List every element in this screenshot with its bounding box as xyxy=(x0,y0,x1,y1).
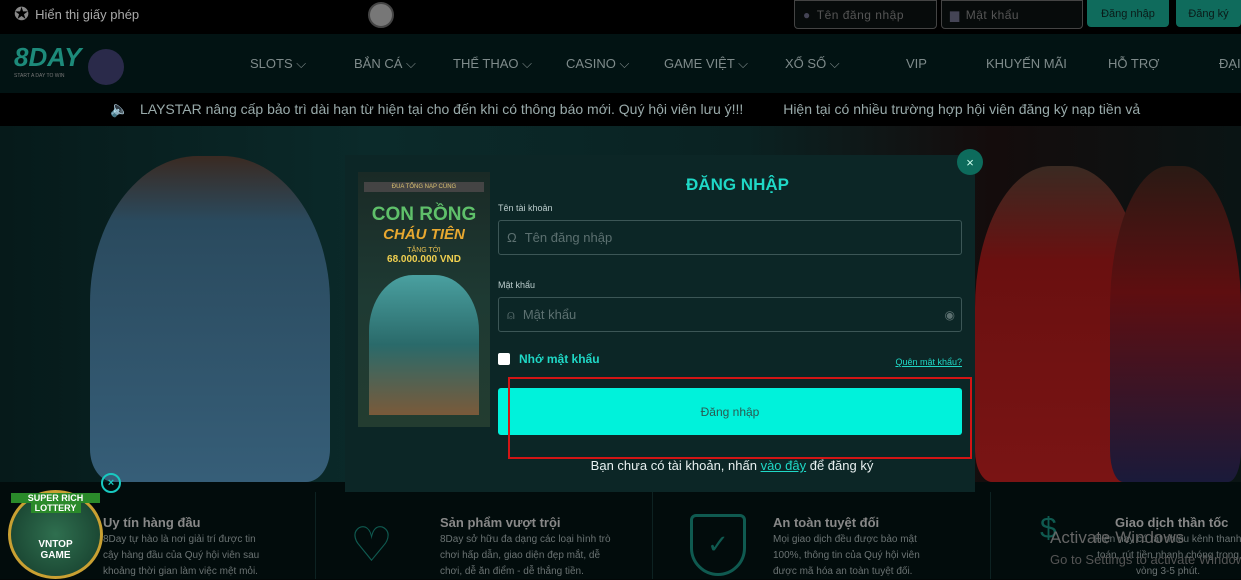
nav-slots[interactable]: SLOTS ⌵ xyxy=(250,56,306,72)
nav-ban-ca[interactable]: BẮN CÁ ⌵ xyxy=(354,56,416,72)
banner-line2: CHÁU TIÊN xyxy=(383,226,465,243)
register-suffix: để đăng ký xyxy=(806,458,874,473)
lock-icon: ⍝ xyxy=(507,306,515,322)
modal-title: ĐĂNG NHẬP xyxy=(686,175,789,194)
placeholder: Tên đăng nhập xyxy=(816,7,904,22)
lock-icon: ▆ xyxy=(950,7,960,22)
close-icon[interactable]: × xyxy=(957,149,983,175)
top-password-input[interactable]: ▆ Mật khẩu xyxy=(941,0,1083,29)
nav-game-viet[interactable]: GAME VIỆT ⌵ xyxy=(664,56,748,72)
nav-the-thao[interactable]: THỂ THAO ⌵ xyxy=(453,56,532,72)
feature-text: 8Day tự hào là nơi giải trí được tin cậy… xyxy=(103,534,260,577)
top-register-button[interactable]: Đăng ký xyxy=(1176,0,1241,27)
soccer-ball-icon xyxy=(368,2,394,28)
lottery-widget[interactable]: SUPER RICH LOTTERY VNTOP GAME xyxy=(8,490,103,579)
main-nav: 8DAY START A DAY TO WIN SLOTS ⌵ BẮN CÁ ⌵… xyxy=(0,34,1241,93)
username-label: Tên tài khoản xyxy=(498,203,553,213)
logo-text: 8DAY xyxy=(14,42,82,72)
top-username-input[interactable]: ● Tên đăng nhập xyxy=(794,0,937,29)
player-image-left xyxy=(90,156,330,482)
user-icon: ● xyxy=(803,7,811,22)
top-login-button[interactable]: Đăng nhập xyxy=(1087,0,1169,27)
feature-title: An toàn tuyệt đối xyxy=(773,515,880,530)
characters-image xyxy=(369,275,479,415)
nav-vip[interactable]: VIP xyxy=(906,56,927,71)
lottery-line2: LOTTERY xyxy=(30,503,81,513)
ticker-message: LAYSTAR nâng cấp bảo trì dài hạn từ hiện… xyxy=(140,101,744,117)
username-input[interactable]: Ω Tên đăng nhập xyxy=(498,220,962,255)
highlight-box xyxy=(508,377,972,459)
nav-khuyen-mai[interactable]: KHUYẾN MÃI xyxy=(986,56,1067,71)
logo-tagline: START A DAY TO WIN xyxy=(14,73,65,79)
banner-line1: CON RỒNG xyxy=(371,204,477,225)
placeholder: Mật khẩu xyxy=(965,7,1020,22)
announcement-ticker: 🔈 LAYSTAR nâng cấp bảo trì dài hạn từ hi… xyxy=(0,93,1241,126)
lottery-line1: SUPER RICH xyxy=(11,493,100,503)
register-prompt: Bạn chưa có tài khoản, nhấn vào đây để đ… xyxy=(500,458,964,473)
license-link[interactable]: ✪ Hiển thị giấy phép xyxy=(14,4,139,25)
certificate-icon: ✪ xyxy=(14,4,30,24)
nav-xo-so[interactable]: XỔ SỐ ⌵ xyxy=(785,56,840,72)
speaker-icon: 🔈 xyxy=(110,101,129,118)
shield-check-icon: ✓ xyxy=(690,514,746,576)
nav-casino[interactable]: CASINO ⌵ xyxy=(566,56,629,72)
password-input[interactable]: ⍝ Mật khẩu ◉ xyxy=(498,297,962,332)
lottery-close-icon[interactable]: × xyxy=(101,473,121,493)
logo[interactable]: 8DAY START A DAY TO WIN xyxy=(14,42,81,79)
password-label: Mật khẩu xyxy=(498,280,536,290)
forgot-password-link[interactable]: Quên mật khẩu? xyxy=(895,357,962,367)
player-image-far-right xyxy=(1110,166,1241,482)
eye-slash-icon[interactable]: ◉ xyxy=(945,308,955,322)
banner-line3: TẶNG TỚI xyxy=(407,247,441,254)
mascot-icon xyxy=(88,49,124,85)
placeholder: Tên đăng nhập xyxy=(524,230,613,245)
heart-hand-icon: ♡ xyxy=(350,519,394,572)
feature-text: Mọi giao dịch đều được bảo mật 100%, thô… xyxy=(773,534,920,577)
register-link[interactable]: vào đây xyxy=(761,458,807,473)
windows-watermark-sub: Go to Settings to activate Windows. xyxy=(1050,552,1241,567)
lottery-line3: VNTOP xyxy=(38,539,73,550)
lottery-line4: GAME xyxy=(40,550,71,561)
feature-title: Sản phẩm vượt trội xyxy=(440,515,561,530)
feature-text: 8Day sở hữu đa dạng các loại hình trò ch… xyxy=(440,534,611,577)
register-prefix: Bạn chưa có tài khoản, nhấn xyxy=(590,458,761,473)
user-icon: Ω xyxy=(507,230,517,245)
remember-label[interactable]: Nhớ mật khẩu xyxy=(519,352,600,366)
ticker-message: Hiện tại có nhiều trường hợp hội viên đă… xyxy=(783,101,1141,117)
placeholder: Mật khẩu xyxy=(522,307,577,322)
top-bar: ✪ Hiển thị giấy phép ● Tên đăng nhập ▆ Mật… xyxy=(0,0,1241,34)
nav-ho-tro[interactable]: HỖ TRỢ xyxy=(1108,56,1159,71)
remember-checkbox[interactable] xyxy=(498,353,510,365)
feature-title: Uy tín hàng đầu xyxy=(103,515,201,530)
license-label: Hiển thị giấy phép xyxy=(35,7,140,22)
banner-amount: 68.000.000 VND xyxy=(387,254,461,265)
nav-dai-ly[interactable]: ĐẠI xyxy=(1219,56,1241,71)
promo-banner[interactable]: ĐUA TỔNG NẠP CÙNG CON RỒNG CHÁU TIÊN TẶN… xyxy=(358,172,490,427)
windows-watermark: Activate Windows xyxy=(1050,528,1185,547)
